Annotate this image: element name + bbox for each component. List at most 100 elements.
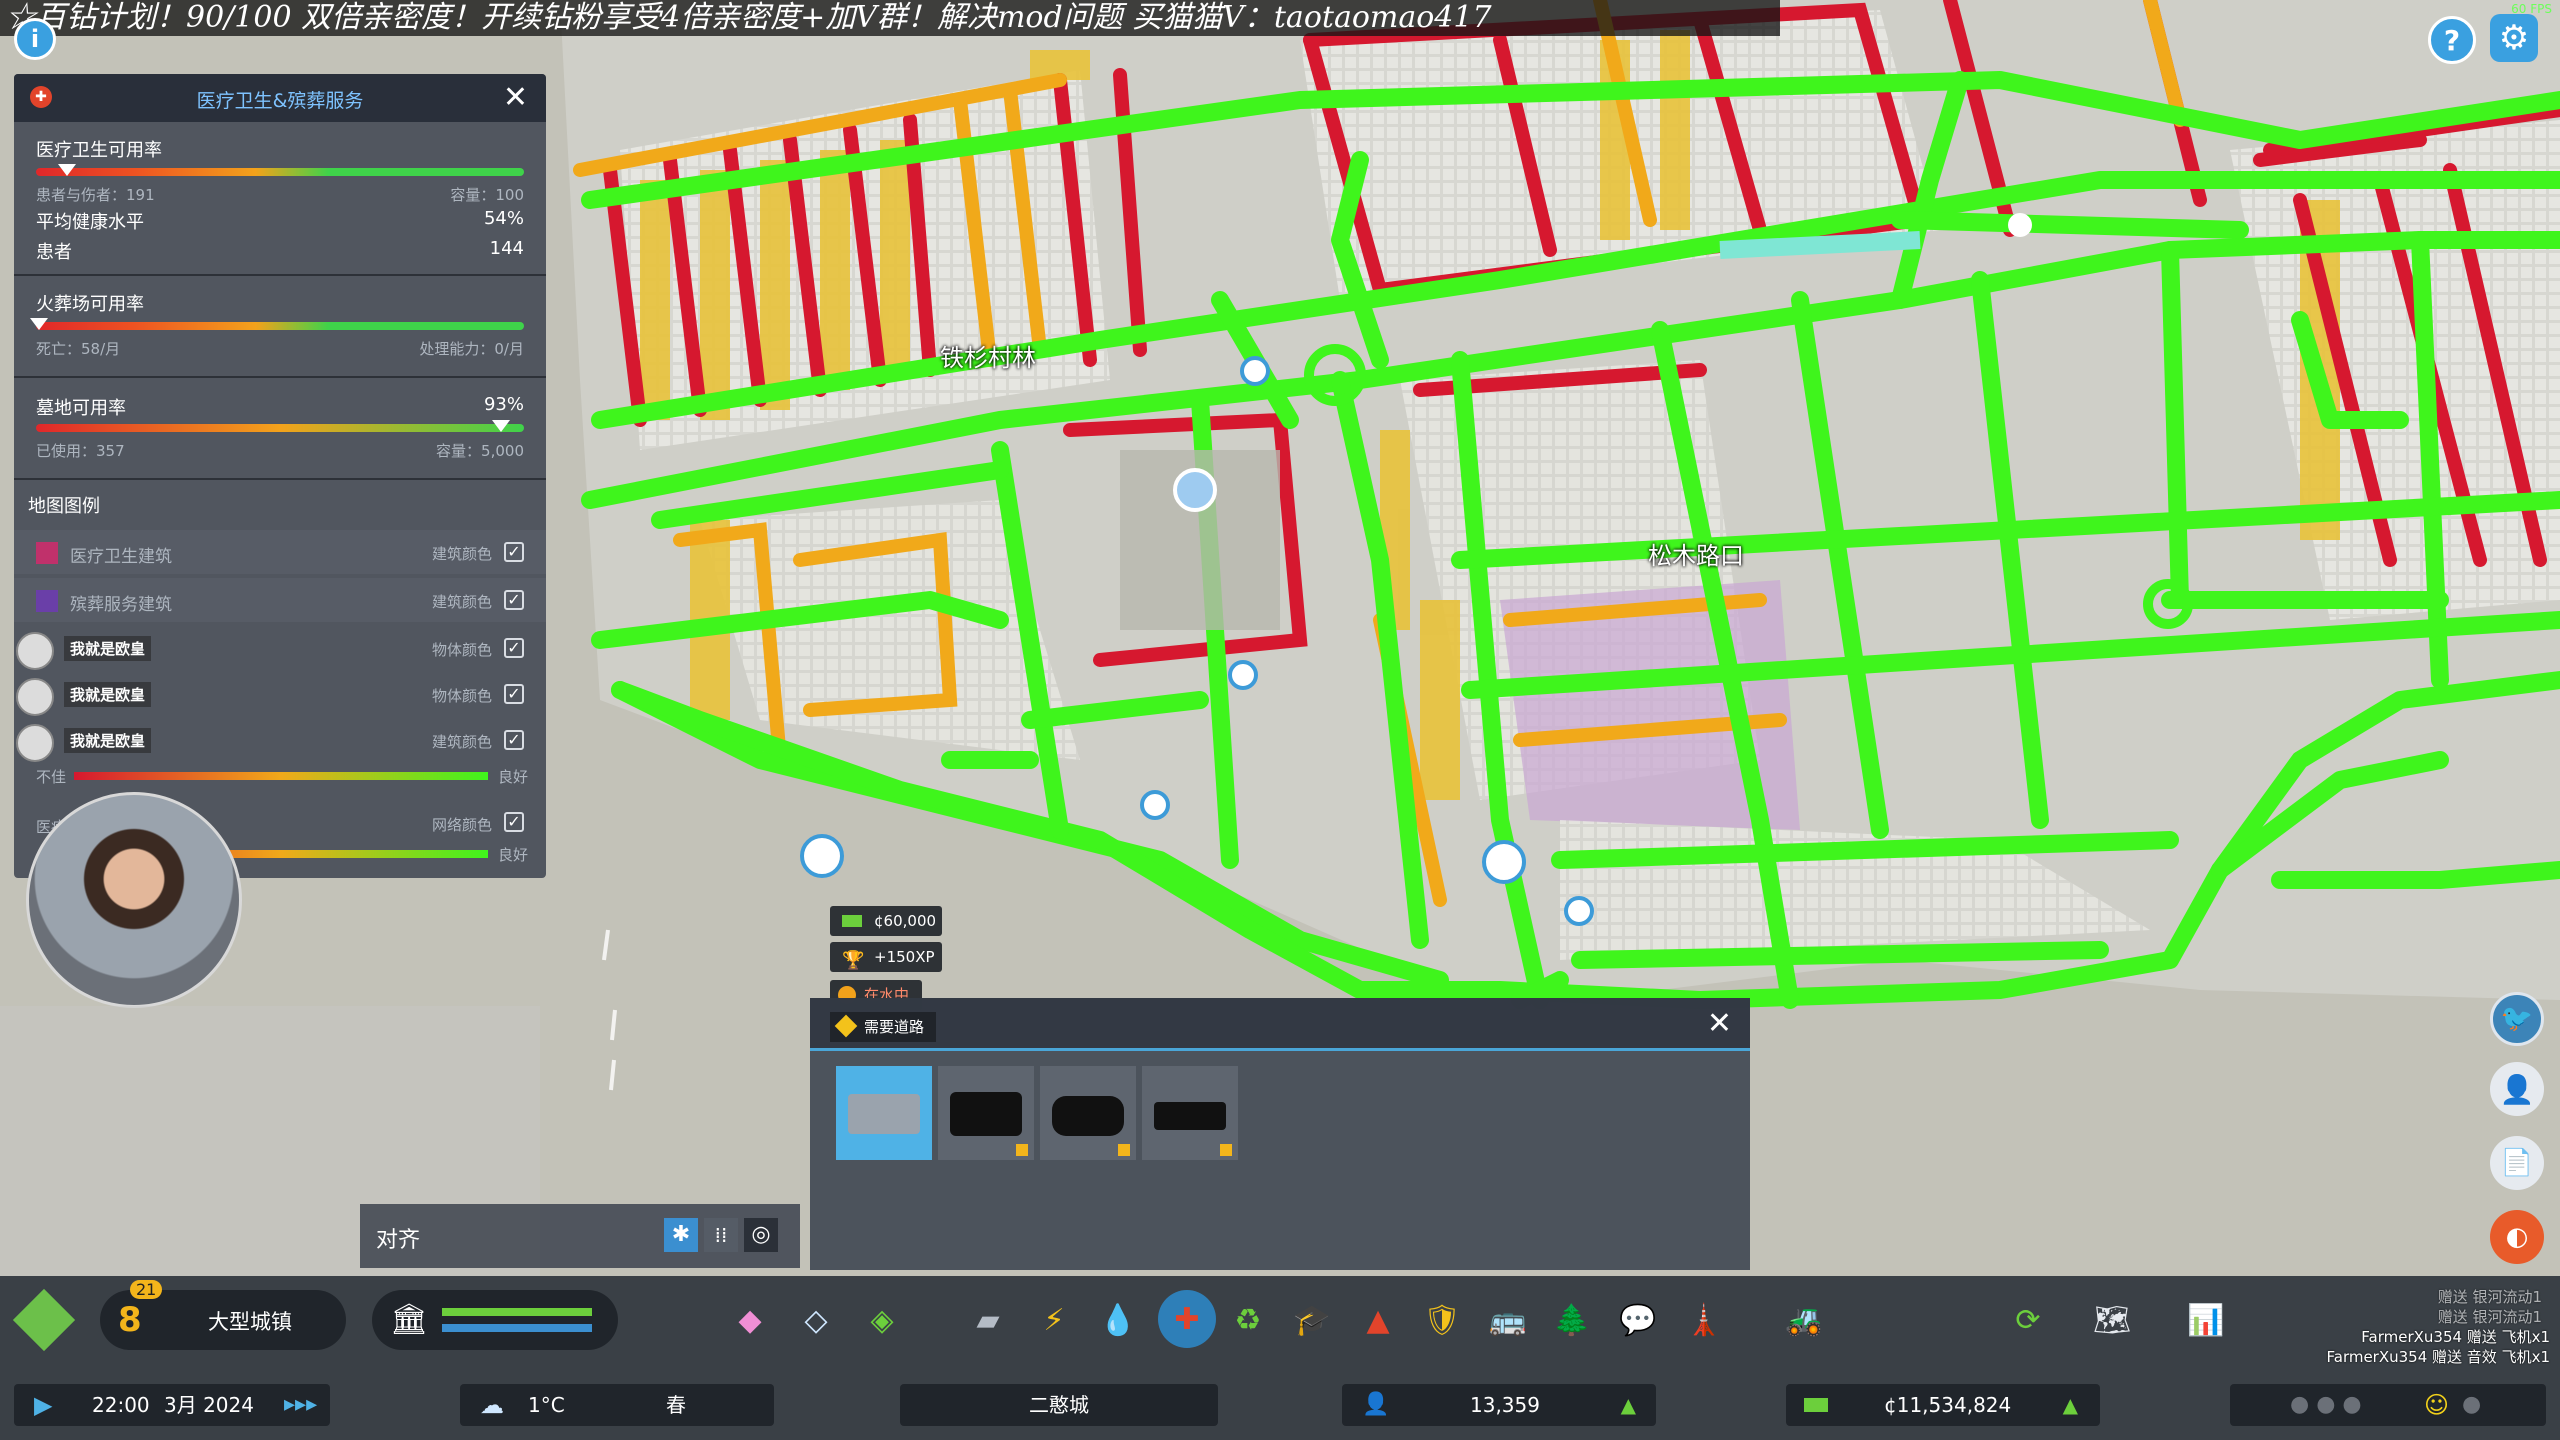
progress-widget[interactable]: 🏛 [372, 1290, 618, 1350]
health-icon[interactable]: ✚ [1158, 1290, 1216, 1348]
legend-checkbox[interactable]: ✓ [504, 590, 524, 610]
legend-checkbox[interactable]: ✓ [504, 730, 524, 750]
hospital-placement-icon[interactable] [800, 834, 844, 878]
legend-item: 医疗卫生建筑 建筑颜色 ✓ [14, 530, 546, 574]
season-value: 春 [666, 1393, 686, 1417]
money-widget[interactable]: ¢11,534,824 ▲ [1786, 1384, 2100, 1426]
map-tiles-icon[interactable] [12, 1288, 76, 1352]
electricity-icon[interactable]: ⚡ [1032, 1298, 1076, 1342]
service-marker-icon[interactable] [1564, 896, 1594, 926]
building-option-hospital[interactable] [836, 1066, 932, 1160]
parks-icon[interactable]: 🌲 [1550, 1298, 1594, 1342]
date-value: 3月 2024 [164, 1393, 254, 1417]
cemetery-title: 墓地可用率 [36, 398, 126, 419]
transport-icon[interactable]: 🚌 [1486, 1298, 1530, 1342]
building-option-locked[interactable] [938, 1066, 1034, 1160]
close-icon[interactable]: ✕ [503, 80, 528, 115]
health-section: 医疗卫生可用率 患者与伤者：191 容量：100 平均健康水平 54% 患者 1… [14, 122, 546, 276]
roads-icon[interactable]: ▰ [966, 1298, 1010, 1342]
xp-tooltip: 🏆 +150XP [830, 942, 942, 972]
legend-checkbox[interactable]: ✓ [504, 542, 524, 562]
legend-label: 殡葬服务建筑 [70, 595, 172, 615]
locked-building-icon [1154, 1102, 1226, 1130]
legend-swatch [36, 542, 58, 564]
crematorium-section: 火葬场可用率 死亡：58/月 处理能力：0/月 [14, 276, 546, 378]
avg-health-value: 54% [483, 208, 524, 229]
zoning-icon[interactable]: ◆ [728, 1298, 772, 1342]
help-icon[interactable]: ? [2428, 16, 2476, 64]
building-menu-header: 需要道路 ✕ [810, 998, 1750, 1051]
happiness-widget[interactable]: ● ● ● ☺ ● [2230, 1384, 2546, 1426]
city-tier-label: 大型城镇 [208, 1310, 292, 1334]
time-value: 22:00 [92, 1393, 150, 1417]
health-title: 医疗卫生可用率 [36, 140, 162, 161]
building-option-locked[interactable] [1142, 1066, 1238, 1160]
water-icon[interactable]: 💧 [1096, 1298, 1140, 1342]
service-marker-icon[interactable] [1140, 790, 1170, 820]
locked-building-icon [1052, 1096, 1124, 1136]
city-hall-icon: 🏛 [390, 1302, 429, 1337]
economy-icon[interactable]: ⟳ [2006, 1298, 2050, 1342]
building-option-locked[interactable] [1040, 1066, 1136, 1160]
legend-checkbox[interactable]: ✓ [504, 684, 524, 704]
progress-bar [442, 1308, 592, 1316]
network-tag: 网络颜色 [431, 816, 492, 834]
scale-high-label: 良好 [497, 768, 528, 786]
curve-icon[interactable]: ◎ [744, 1218, 778, 1252]
legend-label: 我就是欧皇 [64, 636, 152, 661]
citizen-icon[interactable]: 👤 [2490, 1062, 2544, 1116]
bulldozer-icon[interactable]: 🚜 [1782, 1298, 1826, 1342]
cemetery-capacity-label: 容量：5,000 [436, 442, 524, 460]
speed-icon[interactable]: ▸▸▸ [284, 1384, 317, 1426]
milestone-level: 8 [118, 1300, 142, 1340]
education-icon[interactable]: 🎓 [1290, 1298, 1334, 1342]
stream-banner: ☆百钻计划！90/100 双倍亲密度！开续钻粉享受4倍亲密度+加V群！解决mod… [0, 0, 1780, 36]
milestone-widget[interactable]: 8 21 大型城镇 [100, 1280, 346, 1350]
legend-title: 地图图例 [28, 496, 100, 517]
patients-value: 144 [489, 238, 524, 259]
map-overview-icon[interactable]: 🗺 [2090, 1298, 2134, 1342]
city-name-widget[interactable]: 二憨城 [900, 1384, 1218, 1426]
legend-swatch [36, 590, 58, 612]
road-required-tooltip: 需要道路 [830, 1012, 937, 1042]
building-menu: 需要道路 ✕ [810, 998, 1750, 1270]
play-icon[interactable]: ▶ [34, 1384, 52, 1426]
close-icon[interactable]: ✕ [1707, 1006, 1732, 1041]
avg-health-label: 平均健康水平 [36, 212, 144, 233]
journal-icon[interactable]: 📄 [2490, 1136, 2544, 1190]
grid-icon[interactable]: ⁞⁞ [704, 1218, 738, 1252]
cost-value: ¢60,000 [874, 912, 937, 930]
map-label-junction: 松木路口 [1648, 542, 1744, 570]
chirper-icon[interactable]: 🐦 [2490, 992, 2544, 1046]
statistics-icon[interactable]: 📊 [2184, 1298, 2228, 1342]
snap-icon[interactable]: ✱ [664, 1218, 698, 1252]
legend-checkbox[interactable]: ✓ [504, 812, 524, 832]
hospital-building-icon [848, 1094, 920, 1134]
fire-icon[interactable]: ▲ [1356, 1298, 1400, 1342]
areas-icon[interactable]: ◇ [794, 1298, 838, 1342]
legend-tag: 建筑颜色 [431, 593, 492, 611]
landscaping-icon[interactable]: ◈ [860, 1298, 904, 1342]
population-widget[interactable]: 👤 13,359 ▲ [1342, 1384, 1656, 1426]
radio-icon[interactable]: ◐ [2490, 1210, 2544, 1264]
temperature-value: 1°C [528, 1393, 565, 1417]
crematorium-title: 火葬场可用率 [36, 294, 144, 315]
cemetery-marker [492, 420, 510, 432]
gift-message: FarmerXu354 赠送 飞机x1 [2361, 1328, 2550, 1346]
police-icon[interactable]: 🛡 [1420, 1298, 1464, 1342]
cost-tooltip: ¢60,000 [830, 906, 942, 936]
recycle-icon[interactable]: ♻ [1226, 1298, 1270, 1342]
population-icon: 👤 [1362, 1392, 1390, 1417]
hospital-placement-icon[interactable] [1482, 840, 1526, 884]
money-value: ¢11,534,824 [1884, 1393, 2012, 1417]
gear-icon[interactable]: ⚙ [2490, 14, 2538, 62]
crematorium-dead-label: 死亡：58/月 [36, 340, 121, 358]
service-marker-icon[interactable] [1240, 356, 1270, 386]
communication-icon[interactable]: 💬 [1616, 1298, 1660, 1342]
locked-building-icon [950, 1092, 1022, 1136]
service-marker-icon[interactable] [1228, 660, 1258, 690]
avatar [16, 724, 54, 762]
info-icon[interactable]: i [14, 18, 56, 60]
legend-checkbox[interactable]: ✓ [504, 638, 524, 658]
landmark-icon[interactable]: 🗼 [1682, 1298, 1726, 1342]
